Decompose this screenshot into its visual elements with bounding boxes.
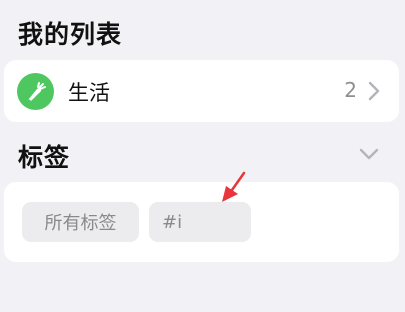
list-label: 生活	[68, 81, 110, 105]
chevron-down-icon[interactable]	[358, 146, 380, 162]
my-lists-heading: 我的列表	[18, 20, 123, 49]
tag-chip-all[interactable]: 所有标签	[22, 202, 139, 242]
tag-chip-i[interactable]: #i	[149, 202, 251, 242]
tags-heading: 标签	[18, 143, 71, 172]
list-count: 2	[344, 78, 357, 102]
red-arrow-icon	[222, 171, 246, 202]
chevron-right-icon	[368, 81, 380, 101]
list-row-life[interactable]: 生活 2	[4, 60, 399, 122]
lists-card: 生活 2	[4, 60, 399, 122]
carrot-icon	[17, 73, 54, 110]
tags-card: 所有标签 #i	[4, 182, 399, 262]
